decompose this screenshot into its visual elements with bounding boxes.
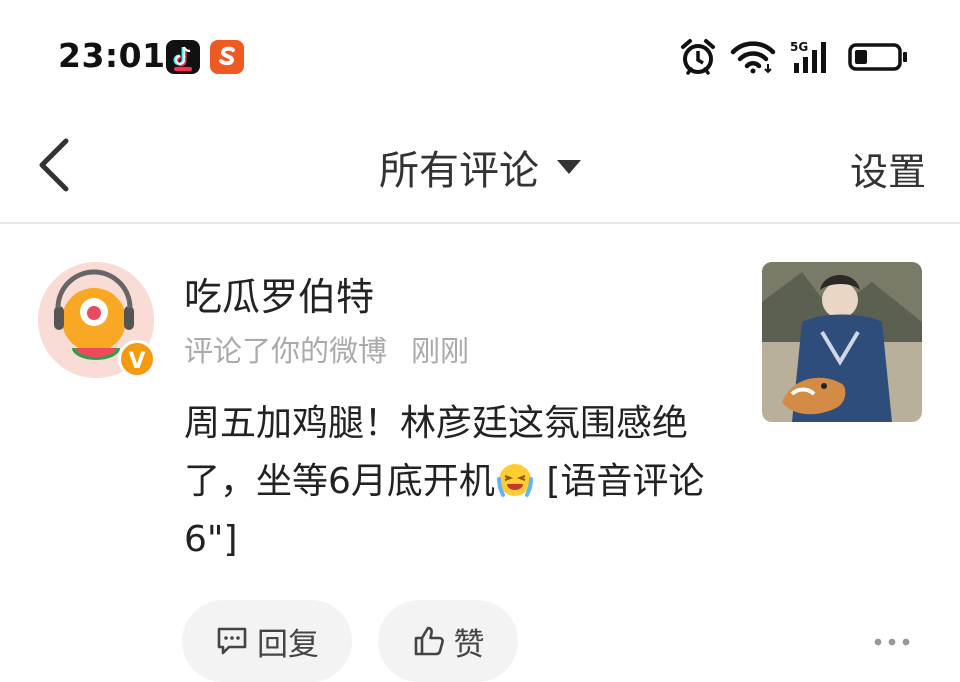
timestamp: 刚刚 bbox=[411, 334, 470, 368]
page-title: 所有评论 bbox=[379, 148, 539, 194]
comment-action: 评论了你的微博 bbox=[184, 334, 388, 368]
nav-bar: 所有评论 设置 bbox=[0, 110, 960, 224]
status-time: 23:01 bbox=[58, 36, 166, 75]
tiktok-lite-icon bbox=[166, 40, 200, 74]
signal-icon: 5G bbox=[790, 39, 834, 79]
more-dots-icon[interactable] bbox=[872, 634, 912, 650]
reply-label: 回复 bbox=[257, 626, 319, 663]
laugh-cry-emoji-icon bbox=[495, 459, 535, 499]
comment-meta: 评论了你的微博 刚刚 bbox=[184, 328, 469, 370]
alarm-icon bbox=[680, 38, 716, 80]
comment-text: 周五加鸡腿！林彦廷这氛围感绝了，坐等6月底开机 [语音评论6"] bbox=[184, 395, 724, 569]
thumbs-up-icon bbox=[414, 626, 444, 656]
comment-filter-dropdown[interactable]: 所有评论 bbox=[0, 138, 960, 196]
like-button[interactable]: 赞 bbox=[378, 600, 518, 682]
reply-button[interactable]: 回复 bbox=[182, 600, 352, 682]
like-label: 赞 bbox=[453, 626, 485, 663]
network-label: 5G bbox=[790, 40, 808, 54]
status-bar: 23:01 5G bbox=[0, 0, 960, 110]
username[interactable]: 吃瓜罗伯特 bbox=[184, 266, 374, 321]
comment-bubble-icon bbox=[217, 627, 247, 655]
caret-down-icon bbox=[557, 160, 581, 174]
sogou-icon bbox=[210, 40, 244, 74]
weibo-post-thumbnail[interactable] bbox=[762, 262, 922, 422]
verified-badge: V bbox=[118, 340, 156, 378]
status-icons: 5G bbox=[680, 38, 908, 80]
battery-icon bbox=[848, 42, 908, 76]
wifi-icon bbox=[730, 40, 776, 78]
settings-button[interactable]: 设置 bbox=[850, 141, 926, 196]
